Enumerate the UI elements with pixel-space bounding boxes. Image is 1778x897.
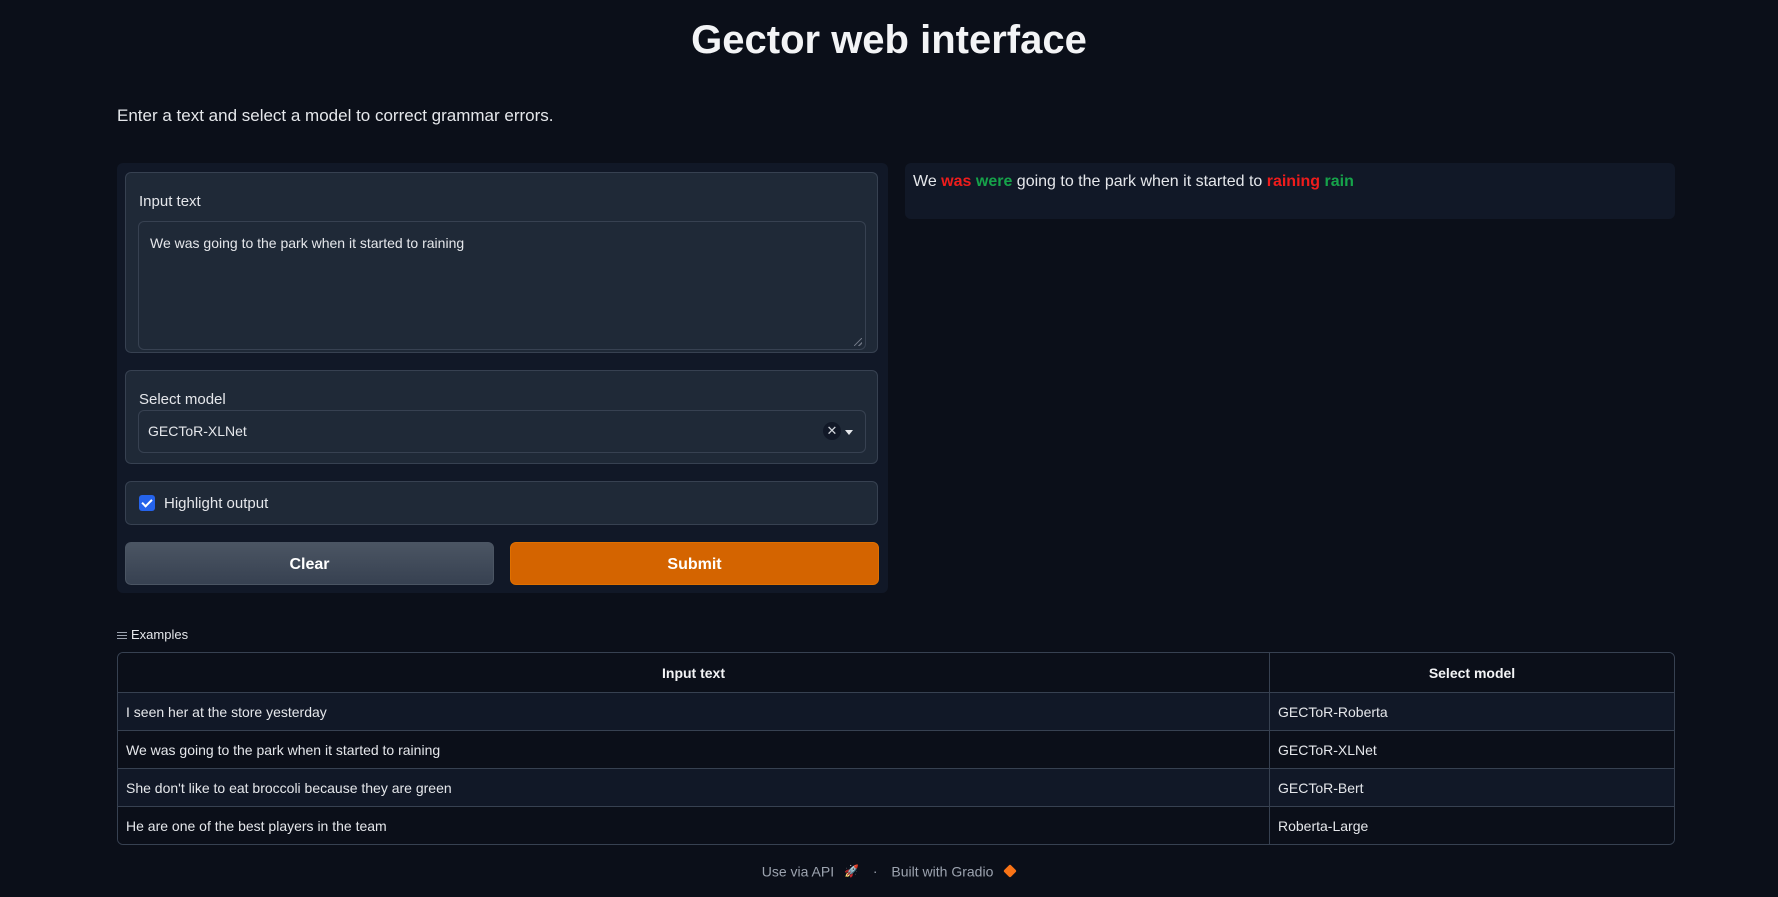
- output-token-deleted: was: [941, 173, 972, 190]
- example-input-cell[interactable]: We was going to the park when it started…: [118, 730, 1270, 769]
- model-selected-value: GECToR-XLNet: [148, 423, 247, 439]
- list-icon: [117, 631, 127, 640]
- output-text: We was were going to the park when it st…: [913, 173, 1354, 191]
- model-select-label: Select model: [139, 391, 226, 408]
- example-model-cell[interactable]: Roberta-Large: [1270, 807, 1675, 845]
- input-panel: Input text We was going to the park when…: [117, 163, 888, 593]
- chevron-down-icon[interactable]: [845, 430, 853, 435]
- footer: Use via API 🚀 · Built with Gradio: [0, 862, 1778, 879]
- page-description: Enter a text and select a model to corre…: [117, 106, 554, 125]
- model-dropdown[interactable]: GECToR-XLNet ✕: [138, 410, 866, 453]
- column-header-input: Input text: [118, 653, 1270, 693]
- input-textarea[interactable]: We was going to the park when it started…: [138, 221, 866, 350]
- examples-table: Input text Select model I seen her at th…: [117, 652, 1675, 845]
- input-text-block: Input text We was going to the park when…: [125, 172, 878, 353]
- example-input-cell[interactable]: He are one of the best players in the te…: [118, 806, 1270, 844]
- submit-button[interactable]: Submit: [510, 542, 879, 585]
- rocket-icon: 🚀: [844, 864, 859, 879]
- example-model-cell[interactable]: GECToR-Bert: [1269, 768, 1674, 807]
- output-token-deleted: raining: [1266, 173, 1321, 190]
- input-text-label: Input text: [139, 193, 201, 210]
- highlight-option-block: Highlight output: [125, 481, 878, 525]
- output-token-inserted: rain: [1324, 173, 1354, 190]
- example-input-cell[interactable]: She don't like to eat broccoli because t…: [118, 768, 1270, 807]
- column-header-model: Select model: [1269, 653, 1674, 693]
- output-token-inserted: were: [975, 173, 1013, 190]
- example-row[interactable]: We was going to the park when it started…: [118, 730, 1674, 769]
- gradio-logo-icon: [1003, 864, 1018, 879]
- output-panel: We was were going to the park when it st…: [905, 163, 1675, 219]
- example-model-cell[interactable]: GECToR-XLNet: [1269, 730, 1674, 769]
- model-select-block: Select model GECToR-XLNet ✕: [125, 370, 878, 464]
- built-with-gradio-link[interactable]: Built with Gradio: [891, 863, 993, 879]
- output-token: We: [913, 173, 937, 190]
- examples-header: Examples: [117, 627, 188, 642]
- clear-selection-icon[interactable]: ✕: [823, 422, 841, 440]
- clear-button[interactable]: Clear: [125, 542, 494, 585]
- output-token: going to the park when it started to: [1016, 173, 1263, 190]
- page-title: Gector web interface: [691, 18, 1087, 62]
- example-model-cell[interactable]: GECToR-Roberta: [1269, 692, 1674, 731]
- highlight-label[interactable]: Highlight output: [164, 495, 268, 512]
- examples-label: Examples: [131, 627, 189, 642]
- example-row[interactable]: She don't like to eat broccoli because t…: [118, 768, 1674, 807]
- example-row[interactable]: I seen her at the store yesterday GECToR…: [118, 692, 1674, 731]
- example-row[interactable]: He are one of the best players in the te…: [118, 806, 1675, 845]
- app-page: Gector web interface Enter a text and se…: [0, 0, 1778, 897]
- footer-separator: ·: [872, 863, 878, 880]
- highlight-checkbox[interactable]: [139, 495, 155, 511]
- example-input-cell[interactable]: I seen her at the store yesterday: [118, 692, 1270, 731]
- use-api-link[interactable]: Use via API: [762, 863, 834, 879]
